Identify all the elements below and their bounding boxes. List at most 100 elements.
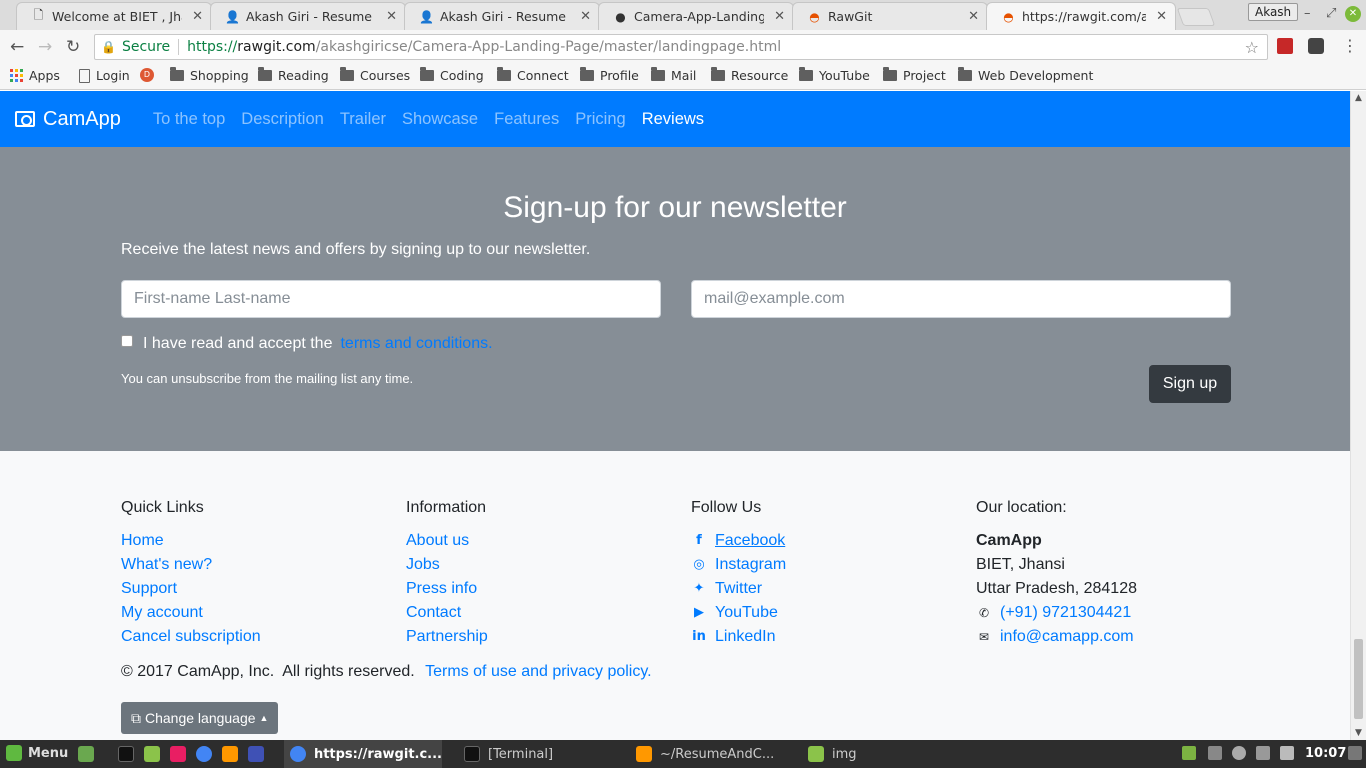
browser-tab-active[interactable]: ◓ https://rawgit.com/akas ✕ — [986, 2, 1176, 30]
apps-launcher-icon[interactable] — [170, 746, 186, 762]
bookmark-folder-project[interactable]: Project — [883, 67, 946, 83]
back-icon[interactable]: ← — [10, 37, 24, 57]
footer-link-home[interactable]: Home — [121, 532, 164, 549]
signup-button[interactable]: Sign up — [1149, 365, 1231, 403]
forward-icon[interactable]: → — [38, 37, 52, 57]
window-close-icon[interactable]: ✕ — [1345, 6, 1361, 22]
footer-link-partnership[interactable]: Partnership — [406, 628, 488, 645]
bookmark-star-icon[interactable]: ☆ — [1245, 38, 1259, 57]
user-icon[interactable] — [1232, 746, 1246, 760]
social-link-youtube[interactable]: YouTube — [715, 601, 778, 625]
bluetooth-icon[interactable] — [1208, 746, 1222, 760]
nav-link-description[interactable]: Description — [233, 110, 332, 129]
task-files[interactable]: img — [802, 740, 922, 768]
social-link-twitter[interactable]: Twitter — [715, 577, 762, 601]
browser-tab[interactable]: 👤 Akash Giri - Resume and ✕ — [404, 2, 600, 30]
nav-link-top[interactable]: To the top — [145, 110, 233, 129]
email-input[interactable] — [691, 280, 1231, 318]
browser-tab[interactable]: ● Camera-App-Landing-P ✕ — [598, 2, 794, 30]
social-link-instagram[interactable]: Instagram — [715, 553, 786, 577]
brand-link[interactable]: CamApp — [15, 108, 121, 131]
sublime-launcher-icon[interactable] — [222, 746, 238, 762]
bookmark-folder-mail[interactable]: Mail — [651, 67, 696, 83]
bookmark-login[interactable]: Login — [79, 68, 130, 83]
page-icon: 🗋 — [33, 8, 44, 22]
bookmark-duckduckgo[interactable]: D — [140, 68, 154, 82]
extension-pocket-icon[interactable] — [1308, 38, 1324, 54]
scroll-up-icon[interactable]: ▲ — [1355, 93, 1362, 103]
page-icon — [79, 68, 90, 83]
battery-icon[interactable] — [1280, 746, 1294, 760]
nav-link-pricing[interactable]: Pricing — [567, 110, 633, 129]
page-scrollbar[interactable]: ▲ ▼ — [1350, 91, 1366, 740]
show-desktop-icon[interactable] — [78, 746, 94, 762]
clock[interactable]: 10:07 — [1305, 746, 1346, 761]
new-tab-button[interactable] — [1176, 8, 1216, 26]
close-icon[interactable]: ✕ — [576, 9, 591, 24]
change-language-button[interactable]: ⧉ Change language ▲ — [121, 702, 279, 734]
terms-privacy-link[interactable]: Terms of use and privacy policy. — [425, 663, 651, 680]
scroll-thumb[interactable] — [1354, 639, 1363, 719]
chrome-launcher-icon[interactable] — [196, 746, 212, 762]
task-sublime[interactable]: ~/ResumeAndC... — [630, 740, 790, 768]
restore-icon[interactable]: ⤢ — [1326, 6, 1336, 21]
footer-information: Information About us Jobs Press info Con… — [406, 499, 488, 649]
profile-button[interactable]: Akash — [1248, 3, 1299, 21]
close-icon[interactable]: ✕ — [1152, 9, 1167, 24]
close-icon[interactable]: ✕ — [382, 9, 397, 24]
footer-link-my-account[interactable]: My account — [121, 604, 203, 621]
terms-checkbox[interactable] — [121, 335, 133, 347]
duckduckgo-icon: D — [140, 68, 154, 82]
start-menu-button[interactable]: Menu — [6, 745, 68, 761]
footer-link-about[interactable]: About us — [406, 532, 469, 549]
scroll-down-icon[interactable]: ▼ — [1355, 728, 1362, 738]
bookmark-apps[interactable]: Apps — [10, 68, 60, 83]
footer-link-jobs[interactable]: Jobs — [406, 556, 440, 573]
task-chrome[interactable]: https://rawgit.c... — [284, 740, 442, 768]
footer-link-press[interactable]: Press info — [406, 580, 477, 597]
terminal-launcher-icon[interactable] — [118, 746, 134, 762]
nav-link-features[interactable]: Features — [486, 110, 567, 129]
bookmark-folder-reading[interactable]: Reading — [258, 67, 329, 83]
bookmark-folder-web-development[interactable]: Web Development — [958, 67, 1093, 83]
camera-launcher-icon[interactable] — [248, 746, 264, 762]
name-input[interactable] — [121, 280, 661, 318]
bookmark-folder-coding[interactable]: Coding — [420, 67, 484, 83]
task-terminal[interactable]: [Terminal] — [458, 740, 618, 768]
extension-bookmark-icon[interactable] — [1277, 38, 1293, 54]
email-link[interactable]: info@camapp.com — [1000, 625, 1134, 649]
files-launcher-icon[interactable] — [144, 746, 160, 762]
browser-tab[interactable]: ◓ RawGit ✕ — [792, 2, 988, 30]
shield-icon[interactable] — [1182, 746, 1196, 760]
footer-heading: Information — [406, 499, 487, 516]
nav-link-showcase[interactable]: Showcase — [394, 110, 486, 129]
footer-link-support[interactable]: Support — [121, 580, 177, 597]
url-input[interactable]: 🔒 Secure https:// rawgit.com /akashgiric… — [94, 34, 1268, 60]
network-icon[interactable] — [1256, 746, 1270, 760]
footer-link-whats-new[interactable]: What's new? — [121, 556, 212, 573]
browser-tab[interactable]: 👤 Akash Giri - Resume and ✕ — [210, 2, 406, 30]
notifications-icon[interactable] — [1348, 746, 1362, 760]
browser-tab[interactable]: 🗋 Welcome at BIET , Jhansi ✕ — [16, 2, 212, 30]
bookmark-folder-resource[interactable]: Resource — [711, 67, 788, 83]
reload-icon[interactable]: ↻ — [66, 37, 80, 57]
minimize-icon[interactable]: – — [1304, 6, 1311, 21]
phone-link[interactable]: (+91) 9721304421 — [1000, 601, 1131, 625]
nav-links: To the top Description Trailer Showcase … — [145, 110, 712, 129]
nav-link-reviews[interactable]: Reviews — [634, 110, 712, 129]
nav-link-trailer[interactable]: Trailer — [332, 110, 394, 129]
bookmark-folder-shopping[interactable]: Shopping — [170, 67, 249, 83]
footer-link-contact[interactable]: Contact — [406, 604, 461, 621]
social-link-facebook[interactable]: Facebook — [715, 529, 785, 553]
footer-link-cancel-subscription[interactable]: Cancel subscription — [121, 628, 261, 645]
browser-menu-icon[interactable]: ⋮ — [1342, 36, 1358, 55]
close-icon[interactable]: ✕ — [770, 9, 785, 24]
social-link-linkedin[interactable]: LinkedIn — [715, 625, 776, 649]
bookmark-folder-youtube[interactable]: YouTube — [799, 67, 870, 83]
bookmark-folder-profile[interactable]: Profile — [580, 67, 639, 83]
close-icon[interactable]: ✕ — [188, 9, 203, 24]
bookmark-folder-connect[interactable]: Connect — [497, 67, 569, 83]
close-icon[interactable]: ✕ — [964, 9, 979, 24]
terms-link[interactable]: terms and conditions. — [340, 335, 492, 353]
bookmark-folder-courses[interactable]: Courses — [340, 67, 410, 83]
